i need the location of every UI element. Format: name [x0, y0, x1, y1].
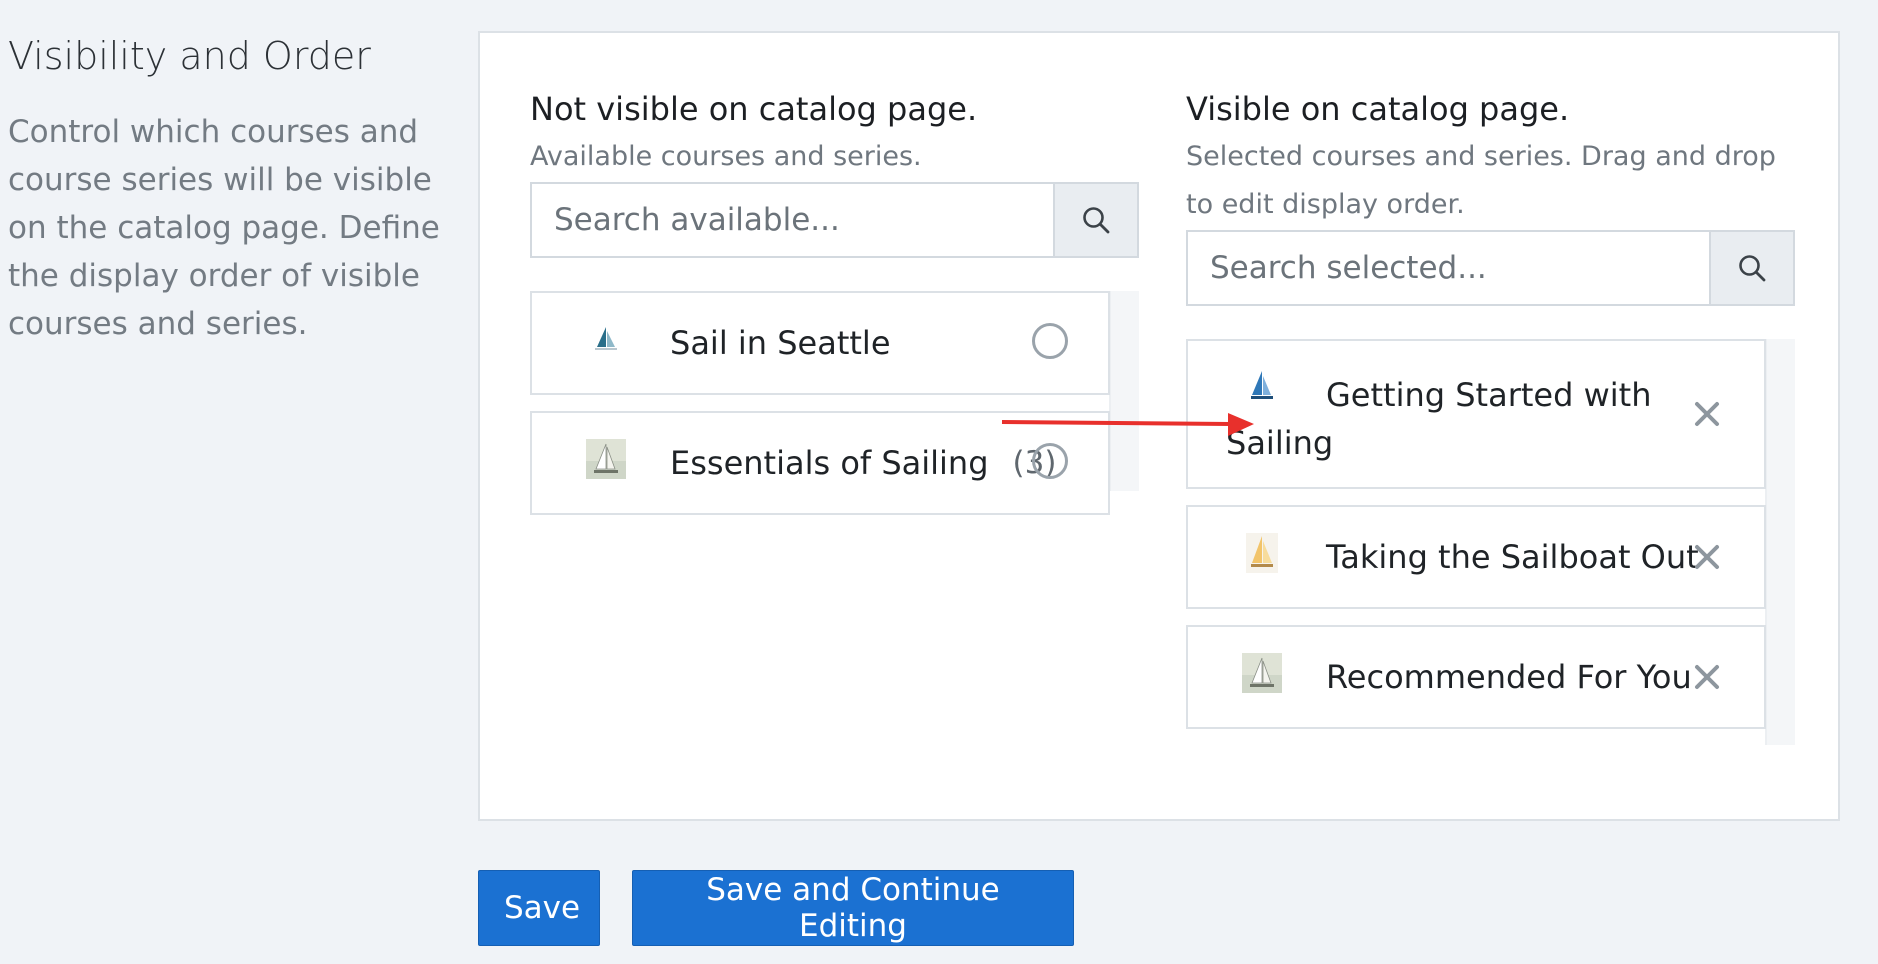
select-radio[interactable]: [1032, 323, 1068, 359]
search-selected-input[interactable]: [1188, 232, 1709, 304]
close-icon: [1695, 402, 1719, 426]
close-icon: [1695, 545, 1719, 569]
search-icon: [1083, 207, 1110, 234]
list-item[interactable]: Getting Started with Sailing: [1186, 339, 1766, 489]
item-label: Sail in Seattle: [670, 324, 891, 362]
item-label: Taking the Sailboat Out: [1326, 538, 1699, 576]
sailboat-icon: [1242, 367, 1282, 407]
selected-title: Visible on catalog page.: [1186, 90, 1570, 128]
search-icon: [1739, 255, 1766, 282]
sailboat-icon: [1242, 533, 1282, 573]
available-list: Sail in Seattle Essentials of Sailing (3…: [530, 291, 1139, 515]
section-title: Visibility and Order: [8, 34, 371, 78]
available-title: Not visible on catalog page.: [530, 90, 978, 128]
item-label: Recommended For You: [1326, 658, 1692, 696]
item-label: Essentials of Sailing (3): [670, 444, 1057, 482]
save-and-continue-button[interactable]: Save and Continue Editing: [632, 870, 1074, 946]
search-available-button[interactable]: [1053, 184, 1137, 256]
available-search: [530, 182, 1139, 258]
sailboat-photo-icon: [586, 439, 626, 479]
list-item[interactable]: Recommended For You: [1186, 625, 1766, 729]
sailboat-photo-icon: [1242, 653, 1282, 693]
item-label: Getting Started with Sailing: [1226, 376, 1652, 462]
drag-arrow-annotation: [1001, 413, 1254, 436]
selected-subtitle: Selected courses and series. Drag and dr…: [1186, 141, 1776, 220]
selected-list: Getting Started with Sailing Taking the …: [1186, 339, 1795, 745]
remove-button[interactable]: [1694, 627, 1720, 727]
list-item[interactable]: Taking the Sailboat Out: [1186, 505, 1766, 609]
save-button[interactable]: Save: [478, 870, 600, 946]
search-selected-button[interactable]: [1709, 232, 1793, 304]
available-subtitle: Available courses and series.: [530, 141, 922, 172]
selected-list-scrollbar[interactable]: [1765, 339, 1795, 745]
search-available-input[interactable]: [532, 184, 1053, 256]
close-icon: [1695, 665, 1719, 689]
available-list-scrollbar[interactable]: [1109, 291, 1139, 491]
selected-search: [1186, 230, 1795, 306]
selected-column: Visible on catalog page. Selected course…: [1186, 85, 1795, 745]
section-description: Control which courses and course series …: [8, 114, 440, 342]
remove-button[interactable]: [1694, 507, 1720, 607]
sailboat-icon: [586, 319, 626, 359]
remove-button[interactable]: [1694, 341, 1720, 487]
list-item[interactable]: Sail in Seattle: [530, 291, 1110, 395]
